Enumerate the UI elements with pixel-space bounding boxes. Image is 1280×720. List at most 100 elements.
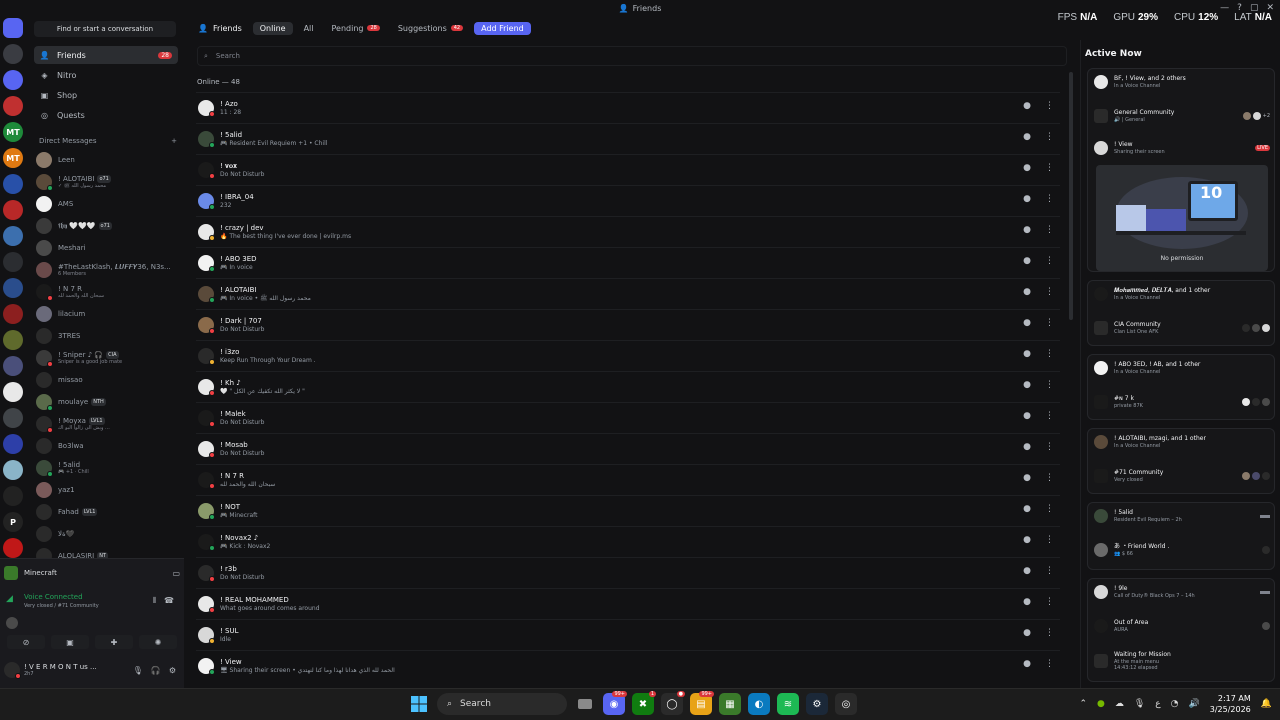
dm-item[interactable]: ! 5alid 🎮 +1 · Chill: [36, 458, 180, 478]
nav-shop[interactable]: ▣ Shop: [34, 86, 178, 104]
edge-icon[interactable]: ◐: [748, 693, 770, 715]
friend-row[interactable]: ! i3zo Keep Run Through Your Dream . ● ⋮: [196, 340, 1060, 371]
server-icon[interactable]: [3, 70, 23, 90]
friend-row[interactable]: ! View 🖥 Sharing their screen • الحمد لله…: [196, 650, 1060, 681]
start-button[interactable]: [408, 693, 430, 715]
home-button[interactable]: [3, 18, 23, 38]
dm-item[interactable]: #TheLastKlash, 𝑳𝑼𝑭𝑭𝒀36, N3s... 6 Members: [36, 260, 180, 280]
friend-row[interactable]: ! Kh ♪ 🤍 " لا يكثر الله تكفيك عن الكل " ● ⋮: [196, 371, 1060, 402]
message-icon[interactable]: ●: [1023, 225, 1031, 235]
more-options-icon[interactable]: ⋮: [1045, 473, 1054, 483]
friend-row[interactable]: ! crazy | dev 🔥 The best thing I've ever …: [196, 216, 1060, 247]
tab-suggestions[interactable]: Suggestions 42: [391, 22, 470, 35]
message-icon[interactable]: ●: [1023, 473, 1031, 483]
server-icon[interactable]: [3, 200, 23, 220]
headphones-icon[interactable]: 🎧: [151, 666, 161, 675]
more-options-icon[interactable]: ⋮: [1045, 349, 1054, 359]
more-options-icon[interactable]: ⋮: [1045, 194, 1054, 204]
dm-item[interactable]: Bo3lwa: [36, 436, 180, 456]
nav-nitro[interactable]: ◈ Nitro: [34, 66, 178, 84]
dm-item[interactable]: ! Moyxa LVL1 ويش الى زالوا البو اك ...: [36, 414, 180, 434]
more-options-icon[interactable]: ⋮: [1045, 504, 1054, 514]
server-icon[interactable]: [3, 460, 23, 480]
voice-channel-label[interactable]: Very closed / #71 Community: [24, 603, 99, 609]
dm-item[interactable]: Meshari: [36, 238, 180, 258]
friend-row[interactable]: ! IBRA_04 232 ● ⋮: [196, 185, 1060, 216]
activity-card[interactable]: ! 5alid Resident Evil Requiem – 2h あ ・Fri…: [1087, 502, 1275, 570]
dm-item[interactable]: yaz1: [36, 480, 180, 500]
message-icon[interactable]: ●: [1023, 411, 1031, 421]
more-options-icon[interactable]: ⋮: [1045, 101, 1054, 111]
signal-icon[interactable]: ◢: [6, 594, 13, 604]
friend-row[interactable]: ! N 7 R سبحان الله والحمد لله ● ⋮: [196, 464, 1060, 495]
steam-icon[interactable]: ⚙: [806, 693, 828, 715]
activity-card[interactable]: BF, ! View, and 2 others In a Voice Chann…: [1087, 68, 1275, 272]
server-icon[interactable]: [3, 304, 23, 324]
activity-settings-icon[interactable]: ▭: [172, 569, 180, 578]
friends-scrollbar[interactable]: [1069, 72, 1073, 320]
minecraft-icon[interactable]: ▦: [719, 693, 741, 715]
avatar[interactable]: [4, 662, 21, 679]
message-icon[interactable]: ●: [1023, 442, 1031, 452]
message-icon[interactable]: ●: [1023, 659, 1031, 669]
dm-item[interactable]: ! N 7 R سبحان الله والحمد لله: [36, 282, 180, 302]
activity-bar[interactable]: Minecraft ▭: [4, 565, 180, 581]
more-options-icon[interactable]: ⋮: [1045, 225, 1054, 235]
more-options-icon[interactable]: ⋮: [1045, 132, 1054, 142]
clock[interactable]: 2:17 AM 3/25/2026: [1210, 693, 1251, 715]
server-icon[interactable]: [3, 44, 23, 64]
more-options-icon[interactable]: ⋮: [1045, 256, 1054, 266]
message-icon[interactable]: ●: [1023, 132, 1031, 142]
discord-icon[interactable]: ◉ 99+: [603, 691, 627, 715]
tab-online[interactable]: Online: [252, 21, 293, 35]
dm-item[interactable]: AMS: [36, 194, 180, 214]
server-icon[interactable]: [3, 278, 23, 298]
more-options-icon[interactable]: ⋮: [1045, 566, 1054, 576]
task-view-button[interactable]: [574, 693, 596, 715]
message-icon[interactable]: ●: [1023, 163, 1031, 173]
activity-card[interactable]: 𝑴𝒐𝒉𝒂𝒎𝒎𝒆𝒅, 𝑫𝑬𝑳𝑻𝑨, and 1 other In a Voice C…: [1087, 280, 1275, 346]
dm-item[interactable]: moulaye NTH: [36, 392, 180, 412]
dm-item[interactable]: ! Sniper ♪ 🎧 CIA Sniper is a good job mate: [36, 348, 180, 368]
soundboard-button[interactable]: ✺: [139, 635, 177, 649]
add-dm-icon[interactable]: +: [171, 137, 177, 145]
more-options-icon[interactable]: ⋮: [1045, 628, 1054, 638]
friend-row[interactable]: ! ALOTAIBI 🎮 In voice • محمد رسول الله ﷺ ●…: [196, 278, 1060, 309]
server-icon[interactable]: [3, 96, 23, 116]
friend-row[interactable]: ! Malek Do Not Disturb ● ⋮: [196, 402, 1060, 433]
message-icon[interactable]: ●: [1023, 597, 1031, 607]
server-icon[interactable]: [3, 356, 23, 376]
friend-row[interactable]: ! Mosab Do Not Disturb ● ⋮: [196, 433, 1060, 464]
voice-member-avatar[interactable]: [6, 617, 18, 629]
server-icon[interactable]: [3, 486, 23, 506]
nvidia-icon[interactable]: ●: [1097, 699, 1105, 709]
language-indicator[interactable]: ع: [1155, 699, 1160, 709]
dm-item[interactable]: lilacium: [36, 304, 180, 324]
more-options-icon[interactable]: ⋮: [1045, 163, 1054, 173]
server-icon[interactable]: [3, 538, 23, 558]
server-icon[interactable]: [3, 174, 23, 194]
message-icon[interactable]: ●: [1023, 318, 1031, 328]
message-icon[interactable]: ●: [1023, 287, 1031, 297]
add-friend-button[interactable]: Add Friend: [474, 21, 531, 35]
server-icon[interactable]: [3, 408, 23, 428]
find-conversation-button[interactable]: Find or start a conversation: [34, 21, 176, 37]
dm-item[interactable]: 𝖋𝖍𝖞 🤍🤍🤍 o71: [36, 216, 180, 236]
nav-friends[interactable]: 👤 Friends 28: [34, 46, 178, 64]
more-options-icon[interactable]: ⋮: [1045, 287, 1054, 297]
friend-row[interactable]: ! 𝐯𝐨𝐱 Do Not Disturb ● ⋮: [196, 154, 1060, 185]
activity-card[interactable]: ! 9le Call of Duty® Black Ops 7 – 14h Out…: [1087, 578, 1275, 682]
more-options-icon[interactable]: ⋮: [1045, 659, 1054, 669]
notification-icon[interactable]: 🔔: [1261, 699, 1272, 709]
dm-item[interactable]: Fahad LVL1: [36, 502, 180, 522]
volume-icon[interactable]: 🔊: [1189, 699, 1200, 709]
stream-preview[interactable]: 10 No permission: [1096, 165, 1268, 271]
network-icon[interactable]: ◔: [1171, 699, 1179, 709]
friend-row[interactable]: ! Dark | 707 Do Not Disturb ● ⋮: [196, 309, 1060, 340]
server-icon[interactable]: [3, 382, 23, 402]
disconnect-icon[interactable]: ☎: [164, 596, 174, 605]
friend-row[interactable]: ! Novax2 ♪ 🎮 Kick : Novax2 ● ⋮: [196, 526, 1060, 557]
dm-item[interactable]: Leen: [36, 150, 180, 170]
user-name[interactable]: ! V E R M O N T us ...: [24, 663, 97, 671]
more-options-icon[interactable]: ⋮: [1045, 318, 1054, 328]
